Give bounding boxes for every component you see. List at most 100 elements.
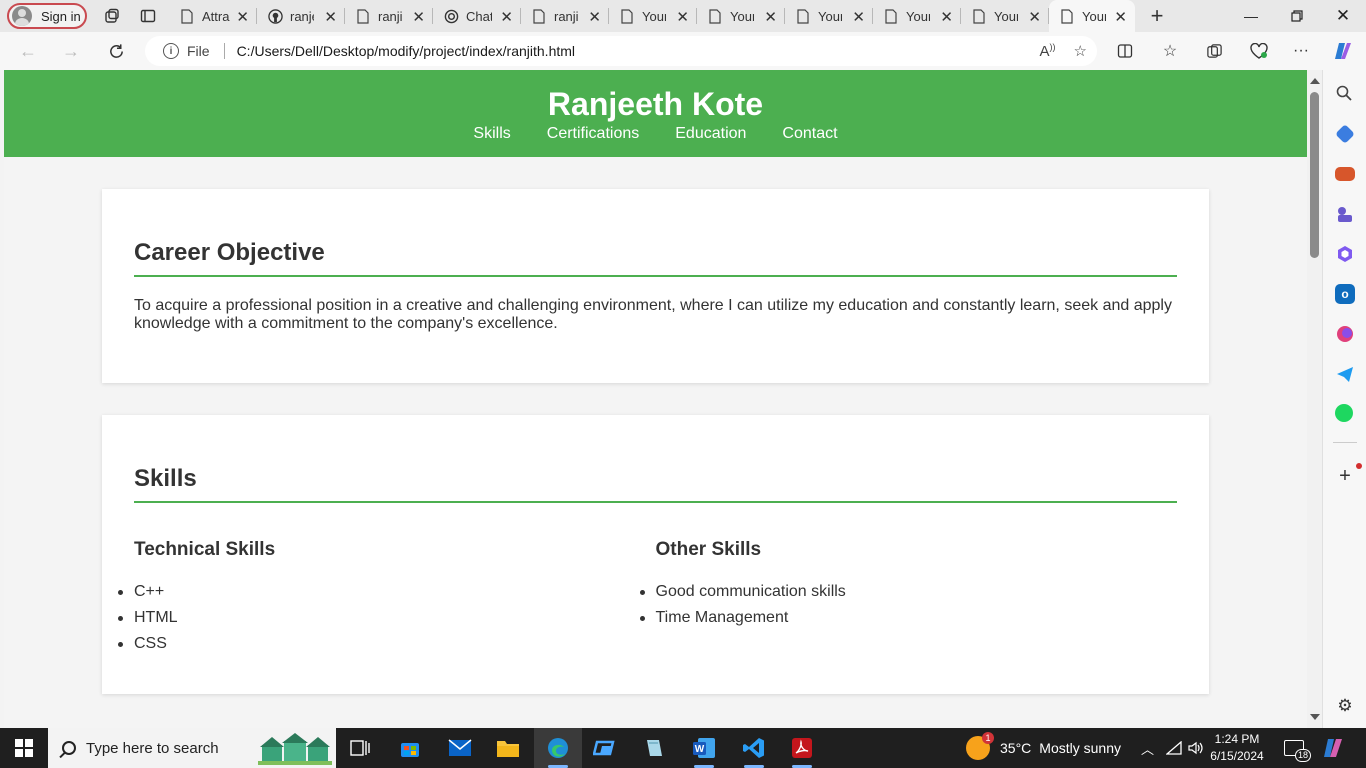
tab-4[interactable]: ranji ✕ [521, 0, 609, 32]
page-title: Ranjeeth Kote [547, 86, 764, 122]
copilot-icon[interactable] [1332, 41, 1354, 61]
tab-5[interactable]: Your ✕ [609, 0, 697, 32]
scroll-down-icon[interactable] [1310, 714, 1320, 720]
browser-tab-strip: Sign in Attra ✕ ranje ✕ ranji ✕ Chat ✕ r… [0, 0, 1366, 32]
technical-skills-list: C++ HTML CSS [118, 579, 656, 657]
page-icon [707, 8, 723, 24]
site-nav: Skills Certifications Education Contact [4, 124, 1307, 144]
scroll-thumb[interactable] [1310, 92, 1319, 258]
chatgpt-icon [443, 8, 459, 24]
copilot-taskbar-icon[interactable] [1322, 728, 1344, 768]
close-icon[interactable]: ✕ [852, 8, 865, 26]
microsoft-365-icon[interactable] [1335, 244, 1355, 264]
tab-2[interactable]: ranji ✕ [345, 0, 433, 32]
tab-1[interactable]: ranje ✕ [257, 0, 345, 32]
tab-3[interactable]: Chat ✕ [433, 0, 521, 32]
notes-app-icon[interactable] [630, 728, 678, 768]
back-button[interactable]: ← [14, 38, 42, 64]
close-icon[interactable]: ✕ [236, 8, 249, 26]
acrobat-icon[interactable] [778, 728, 826, 768]
list-item: CSS [118, 631, 656, 657]
start-button[interactable] [0, 728, 48, 768]
other-skills-list: Good communication skills Time Managemen… [639, 579, 1178, 631]
close-icon[interactable]: ✕ [764, 8, 777, 26]
volume-icon[interactable] [1188, 728, 1204, 768]
nav-link-education[interactable]: Education [675, 124, 746, 144]
nav-link-contact[interactable]: Contact [782, 124, 837, 144]
url-text[interactable]: C:/Users/Dell/Desktop/modify/project/ind… [237, 43, 575, 59]
tab-actions-icon[interactable] [133, 3, 163, 29]
vscode-icon[interactable] [730, 728, 778, 768]
telegram-icon[interactable] [1335, 364, 1355, 384]
tab-6[interactable]: Your ✕ [697, 0, 785, 32]
list-item: Good communication skills [639, 579, 1178, 605]
page-scrollbar[interactable] [1307, 70, 1322, 728]
games-icon[interactable] [1335, 204, 1355, 224]
profile-button[interactable]: Sign in [7, 3, 87, 29]
edge-browser-icon[interactable] [534, 728, 582, 768]
close-icon[interactable]: ✕ [1028, 8, 1041, 26]
close-icon[interactable]: ✕ [412, 8, 425, 26]
close-icon[interactable]: ✕ [324, 8, 337, 26]
refresh-button[interactable] [102, 38, 130, 64]
nav-link-skills[interactable]: Skills [473, 124, 510, 144]
restore-button[interactable] [1274, 0, 1320, 32]
tab-0[interactable]: Attra ✕ [169, 0, 257, 32]
new-tab-button[interactable]: + [1139, 0, 1175, 32]
split-screen-icon[interactable] [1114, 41, 1136, 61]
address-bar[interactable]: i File C:/Users/Dell/Desktop/modify/proj… [145, 36, 1097, 66]
favorites-icon[interactable]: ☆ [1159, 41, 1181, 61]
mail-icon[interactable] [436, 728, 484, 768]
browser-essentials-icon[interactable] [1248, 41, 1270, 61]
page-icon [1059, 8, 1075, 24]
search-icon [62, 741, 76, 755]
read-aloud-icon[interactable]: A)) [1040, 42, 1056, 60]
close-icon[interactable]: ✕ [500, 8, 513, 26]
microsoft-store-icon[interactable] [386, 728, 434, 768]
clock-date: 6/15/2024 [1210, 749, 1264, 763]
spotify-icon[interactable] [1335, 404, 1353, 422]
favorite-star-icon[interactable]: ☆ [1074, 42, 1087, 60]
list-item: C++ [118, 579, 656, 605]
tab-10-active[interactable]: Your ✕ [1049, 0, 1135, 32]
scroll-up-icon[interactable] [1310, 78, 1320, 84]
remote-app-icon[interactable] [582, 728, 630, 768]
weather-badge: 1 [982, 732, 994, 744]
taskbar-search[interactable]: Type here to search [48, 728, 336, 768]
close-icon[interactable]: ✕ [940, 8, 953, 26]
close-icon[interactable]: ✕ [676, 8, 689, 26]
weather-sun-icon: 1 [966, 732, 994, 760]
windows-taskbar: Type here to search W 1 35°C Mostly sunn… [0, 728, 1366, 768]
close-icon[interactable]: ✕ [588, 8, 601, 26]
nav-link-certifications[interactable]: Certifications [547, 124, 639, 144]
workspaces-icon[interactable] [97, 3, 127, 29]
tools-briefcase-icon[interactable] [1335, 167, 1355, 181]
avatar-icon [12, 6, 32, 26]
show-hidden-icons-icon[interactable]: ︿ [1141, 728, 1154, 768]
forward-button[interactable]: → [57, 38, 85, 64]
system-clock[interactable]: 1:24 PM 6/15/2024 [1206, 731, 1268, 765]
file-explorer-icon[interactable] [484, 728, 532, 768]
task-view-icon[interactable] [336, 728, 384, 768]
network-icon[interactable] [1166, 728, 1182, 768]
list-item: HTML [118, 605, 656, 631]
close-icon[interactable]: ✕ [1114, 8, 1127, 26]
weather-widget[interactable]: 1 35°C Mostly sunny [966, 728, 1121, 768]
word-icon[interactable]: W [680, 728, 728, 768]
section-heading: Career Objective [134, 239, 1177, 277]
collections-icon[interactable] [1203, 41, 1225, 61]
copilot-designer-icon[interactable] [1335, 324, 1355, 344]
tab-9[interactable]: Your ✕ [961, 0, 1049, 32]
minimize-button[interactable]: — [1228, 0, 1274, 32]
add-sidebar-app-icon[interactable]: + [1335, 466, 1355, 486]
info-icon[interactable]: i [163, 43, 179, 59]
close-window-button[interactable]: ✕ [1320, 0, 1366, 32]
search-icon[interactable] [1335, 84, 1355, 104]
notification-center-icon[interactable]: 18 [1284, 728, 1311, 768]
sidebar-settings-icon[interactable]: ⚙ [1335, 696, 1355, 716]
tab-8[interactable]: Your ✕ [873, 0, 961, 32]
tab-7[interactable]: Your ✕ [785, 0, 873, 32]
outlook-icon[interactable]: o [1335, 284, 1355, 304]
more-menu-icon[interactable]: ··· [1290, 41, 1312, 61]
shopping-tag-icon[interactable] [1335, 124, 1355, 144]
